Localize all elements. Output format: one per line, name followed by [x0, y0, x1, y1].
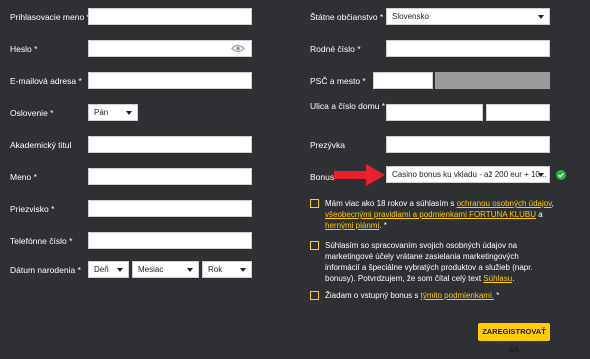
marketing-checkbox[interactable]	[310, 241, 319, 250]
zip-input[interactable]	[373, 72, 433, 89]
email-input[interactable]	[88, 72, 252, 89]
firstname-input[interactable]	[88, 168, 252, 185]
street-label: Ulica a číslo domu *	[310, 101, 386, 111]
chevron-down-icon	[126, 111, 132, 115]
birthnumber-label: Rodné číslo *	[310, 44, 361, 54]
citizenship-label: Štátne občianstvo *	[310, 12, 384, 22]
chevron-down-icon	[538, 173, 544, 177]
entry-bonus-checkbox[interactable]	[310, 291, 319, 300]
birth-month-select[interactable]: Mesiac	[132, 261, 199, 278]
salutation-select[interactable]: Pán	[88, 104, 138, 121]
nickname-label: Prezývka	[310, 140, 345, 150]
password-input[interactable]	[88, 40, 252, 57]
bonus-value: Casino bonus ku vkladu - až 200 eur + 10…	[392, 170, 547, 179]
firstname-label: Meno *	[10, 172, 37, 182]
consent-link[interactable]: Súhlasu	[483, 274, 512, 283]
chevron-down-icon	[538, 15, 544, 19]
birth-year-value: Rok	[208, 265, 223, 274]
nickname-input[interactable]	[386, 136, 550, 153]
street-input[interactable]	[386, 104, 483, 121]
birth-day-select[interactable]: Deň	[88, 261, 129, 278]
chevron-down-icon	[117, 268, 123, 272]
age-terms-sep2: a	[536, 210, 543, 219]
lastname-label: Priezvisko *	[10, 204, 55, 214]
check-circle-icon	[556, 170, 566, 180]
chevron-down-icon	[240, 268, 246, 272]
entry-bonus-text-start: Žiadam o vstupný bonus s	[325, 291, 421, 300]
house-number-input[interactable]	[486, 104, 550, 121]
bonus-select[interactable]: Casino bonus ku vkladu - až 200 eur + 10…	[386, 166, 550, 183]
marketing-text-end: .	[512, 274, 515, 283]
zip-city-label: PSČ a mesto *	[310, 76, 366, 86]
birth-year-select[interactable]: Rok	[202, 261, 252, 278]
red-arrow-icon	[334, 164, 385, 186]
game-plans-link[interactable]: hernými plánmi	[325, 221, 379, 230]
age-terms-text-start: Mám viac ako 18 rokov a súhlasím s	[325, 199, 457, 208]
email-label: E-mailová adresa *	[10, 76, 82, 86]
marketing-text: Súhlasím so spracovaním svojich osobných…	[325, 240, 555, 284]
phone-input[interactable]	[88, 232, 252, 249]
password-label: Heslo *	[10, 44, 38, 54]
age-terms-end: . *	[379, 221, 387, 230]
entry-bonus-text: Žiadam o vstupný bonus s týmito podmienk…	[325, 290, 555, 301]
register-button[interactable]: ZAREGISTROVAŤ SA	[478, 323, 550, 354]
academic-title-input[interactable]	[88, 136, 252, 153]
chevron-down-icon	[187, 268, 193, 272]
age-terms-checkbox[interactable]	[310, 199, 319, 208]
age-terms-text: Mám viac ako 18 rokov a súhlasím s ochra…	[325, 198, 555, 231]
age-terms-sep1: ,	[551, 199, 554, 208]
citizenship-select[interactable]: Slovensko	[386, 8, 550, 25]
lastname-input[interactable]	[88, 200, 252, 217]
salutation-value: Pán	[94, 108, 109, 117]
citizenship-value: Slovensko	[392, 12, 429, 21]
academic-title-label: Akademický titul	[10, 140, 72, 150]
entry-bonus-text-end: *	[493, 291, 500, 300]
city-input	[435, 72, 550, 89]
username-input[interactable]	[88, 8, 252, 25]
birth-month-value: Mesiac	[138, 265, 164, 274]
bonus-conditions-link[interactable]: týmito podmienkami.	[421, 291, 494, 300]
birthnumber-input[interactable]	[386, 40, 550, 57]
privacy-link[interactable]: ochranou osobných údajov	[457, 199, 552, 208]
eye-icon[interactable]	[231, 44, 245, 53]
salutation-label: Oslovenie *	[10, 108, 54, 118]
phone-label: Telefónne číslo *	[10, 236, 73, 246]
username-label: Prihlasovacie meno *	[10, 12, 90, 22]
birth-day-value: Deň	[94, 265, 109, 274]
birthdate-label: Dátum narodenia *	[10, 265, 81, 275]
general-rules-link[interactable]: všeobecnými pravidlami a podmienkami FOR…	[325, 210, 536, 219]
